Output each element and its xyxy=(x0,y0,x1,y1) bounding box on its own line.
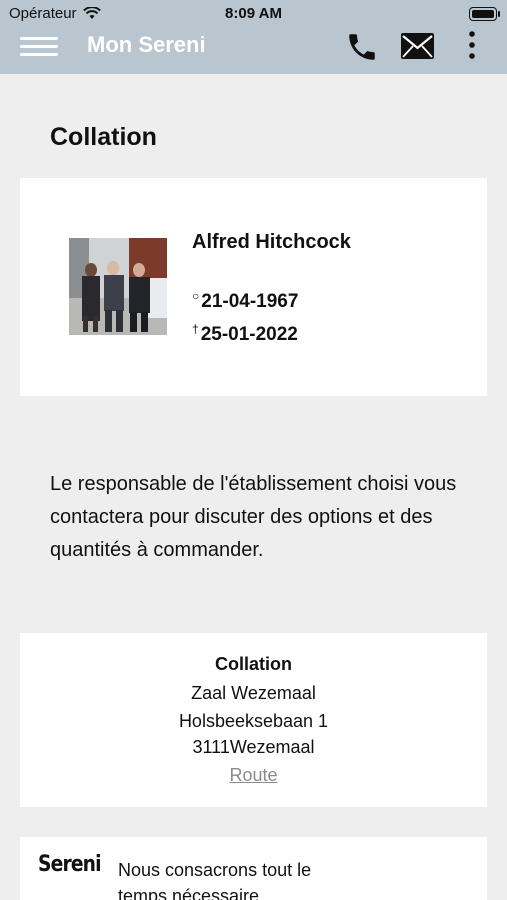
deceased-card: Alfred Hitchcock ○ 21-04-1967 † 25-01-20… xyxy=(20,178,487,396)
promo-card: Sereni Nous consacrons tout le temps néc… xyxy=(20,837,487,900)
info-text: Le responsable de l'établissement choisi… xyxy=(50,473,457,561)
deceased-name: Alfred Hitchcock xyxy=(192,231,351,253)
location-card: Collation Zaal Wezemaal Holsbeeksebaan 1… xyxy=(20,633,487,807)
battery-icon xyxy=(469,7,500,21)
page-title: Collation xyxy=(50,123,157,151)
location-city: 3111Wezemaal xyxy=(192,737,315,757)
birth-symbol: ○ xyxy=(192,289,200,303)
birth-date-row: ○ 21-04-1967 xyxy=(192,289,299,313)
more-vertical-icon[interactable] xyxy=(465,30,479,60)
sereni-logo: Sereni xyxy=(38,852,102,877)
location-title: Collation xyxy=(215,654,292,674)
app-bar: Mon Sereni xyxy=(0,28,507,74)
route-link[interactable]: Route xyxy=(20,765,487,786)
app-title: Mon Sereni xyxy=(87,32,206,57)
status-bar: Opérateur 8:09 AM xyxy=(0,0,507,28)
phone-icon[interactable] xyxy=(345,30,379,64)
hamburger-menu-icon[interactable] xyxy=(20,34,58,58)
death-date: 25-01-2022 xyxy=(200,324,298,345)
deceased-photo xyxy=(69,238,167,335)
mail-icon[interactable] xyxy=(401,33,434,59)
location-street: Holsbeeksebaan 1 xyxy=(178,711,329,731)
status-time: 8:09 AM xyxy=(225,5,282,22)
promo-text: Nous consacrons tout le temps nécessaire xyxy=(118,860,312,900)
location-venue: Zaal Wezemaal xyxy=(191,683,316,703)
birth-date: 21-04-1967 xyxy=(201,291,299,312)
death-symbol: † xyxy=(192,322,199,336)
death-date-row: † 25-01-2022 xyxy=(192,322,298,346)
